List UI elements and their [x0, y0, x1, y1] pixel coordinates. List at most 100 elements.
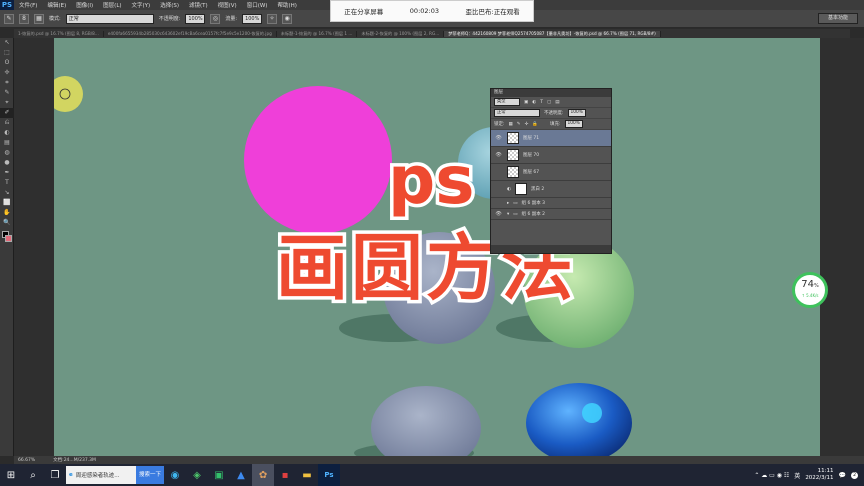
menu-select[interactable]: 选择(S) [155, 1, 184, 9]
taskbar-search-button[interactable]: 搜索一下 [136, 466, 165, 484]
doc-tab[interactable]: e400fa6655934b285030c643602ef19cBa6cea01… [104, 30, 277, 37]
notification-icon[interactable]: 💬 [839, 472, 846, 479]
menu-window[interactable]: 窗口(W) [242, 1, 273, 9]
healing-tool-icon[interactable]: ⌖ [0, 98, 14, 108]
marquee-tool-icon[interactable]: ⬚ [0, 48, 14, 58]
filter-adjust-icon[interactable]: ◐ [532, 100, 536, 105]
type-tool-icon[interactable]: T [0, 178, 14, 188]
lock-pixels-icon[interactable]: ✎ [517, 122, 521, 127]
document-size[interactable]: 文档:24...M/237.3M [53, 457, 96, 463]
fill-input[interactable]: 100% [564, 120, 583, 128]
document-canvas[interactable]: ps 画圆方法 [54, 38, 820, 456]
mode-select[interactable]: 正常 [65, 13, 154, 24]
dodge-tool-icon[interactable]: ● [0, 158, 14, 168]
opacity-input[interactable]: 100% [185, 13, 206, 24]
brush-preset-picker[interactable]: 8 [19, 13, 29, 24]
menu-edit[interactable]: 编辑(E) [42, 1, 71, 9]
menu-help[interactable]: 帮助(H) [272, 1, 301, 9]
path-select-tool-icon[interactable]: ↘ [0, 188, 14, 198]
brush-panel-icon[interactable]: ▦ [34, 13, 44, 24]
quick-select-tool-icon[interactable]: ✢ [0, 68, 14, 78]
visibility-eye-icon[interactable]: 👁 [494, 152, 503, 158]
menu-filter[interactable]: 滤镜(T) [184, 1, 213, 9]
task-view-icon[interactable]: ❐ [44, 464, 66, 486]
menu-layer[interactable]: 图层(L) [98, 1, 126, 9]
brush-tool-icon[interactable]: ✐ [0, 108, 14, 118]
blend-mode-select[interactable]: 正常 [494, 109, 540, 117]
menu-file[interactable]: 文件(F) [14, 1, 42, 9]
ime-indicator[interactable]: 英 [794, 471, 800, 480]
pen-tool-icon[interactable]: ✒ [0, 168, 14, 178]
layer-thumbnail [507, 166, 519, 178]
move-tool-icon[interactable]: ↖ [0, 38, 14, 48]
blue-ball-highlight [582, 403, 602, 423]
menu-image[interactable]: 图像(I) [71, 1, 98, 9]
pressure-opacity-icon[interactable]: ◎ [210, 13, 221, 24]
lock-transparent-icon[interactable]: ▦ [509, 122, 513, 127]
layer-row[interactable]: 👁 图层 71 [491, 130, 611, 147]
filter-type-icon[interactable]: T [540, 100, 543, 105]
group-name: 组 6 副本 3 [521, 201, 546, 206]
layer-row[interactable]: 👁 图层 70 [491, 147, 611, 164]
taskbar-search-box[interactable]: e 周迎感染者轨迹... [66, 466, 136, 484]
menu-type[interactable]: 文字(Y) [127, 1, 156, 9]
photoshop-taskbar-icon[interactable]: Ps [318, 464, 341, 486]
hand-tool-icon[interactable]: ✋ [0, 208, 14, 218]
visibility-eye-icon[interactable]: 👁 [494, 211, 503, 217]
shape-tool-icon[interactable]: ⬜ [0, 198, 14, 208]
workspace-switcher[interactable]: 基本功能 [818, 13, 858, 24]
brush-tool-icon[interactable]: ✎ [4, 13, 14, 24]
zoom-tool-icon[interactable]: 🔍 [0, 218, 14, 228]
eyedropper-tool-icon[interactable]: ✎ [0, 88, 14, 98]
eraser-tool-icon[interactable]: ▤ [0, 138, 14, 148]
flow-input[interactable]: 100% [242, 13, 263, 24]
layer-opacity-input[interactable]: 100% [567, 109, 586, 117]
stamp-tool-icon[interactable]: ⎌ [0, 118, 14, 128]
lock-all-icon[interactable]: 🔒 [532, 122, 538, 127]
doc-tab[interactable]: 1-恢复的.psd @ 16.7% (图层 8, RGB/8... [14, 30, 104, 37]
pressure-size-icon[interactable]: ◉ [282, 13, 293, 24]
active-app-icon[interactable]: ✿ [252, 464, 275, 486]
gradient-tool-icon[interactable]: ◍ [0, 148, 14, 158]
search-icon[interactable]: ⌕ [22, 464, 44, 486]
search-suggestion: 周迎感染者轨迹... [75, 473, 120, 479]
chevron-right-icon[interactable]: ▸ [507, 201, 509, 206]
doc-tab-active[interactable]: 梦菲老师Q：442160809 梦菲老师Q2574705087【墨非凡奥坊】-恢… [444, 30, 661, 37]
chevron-down-icon[interactable]: ▾ [507, 212, 509, 217]
group-row[interactable]: ▸ ▭ 组 6 副本 3 [491, 198, 611, 209]
lock-position-icon[interactable]: ✢ [525, 122, 529, 127]
tray-icons[interactable]: ⌃ ☁ ▭ ◉ ☷ [754, 472, 789, 479]
zoom-level[interactable]: 66.67% [18, 458, 35, 463]
layer-row[interactable]: 图层 67 [491, 164, 611, 181]
doc-tab[interactable]: 未标题-1-恢复的 @ 16.7% (图层 1 ... [277, 30, 358, 37]
folder-icon[interactable]: ▬ [296, 464, 318, 486]
filter-smart-icon[interactable]: ▤ [555, 100, 559, 105]
layer-kind-filter[interactable]: 类型 [494, 98, 520, 106]
wechat-icon[interactable]: ◈ [186, 464, 208, 486]
visibility-eye-icon[interactable]: 👁 [494, 135, 503, 141]
airbrush-icon[interactable]: ✧ [267, 13, 278, 24]
doc-tab[interactable]: 未标题-2-恢复的 @ 100% (图层 2, RG... [357, 30, 445, 37]
filter-pixel-icon[interactable]: ▣ [524, 100, 528, 105]
record-app-icon[interactable]: ▪ [274, 464, 296, 486]
notification-badge[interactable]: 2 [851, 471, 858, 479]
adjustment-layer-row[interactable]: ◐ 黑白 2 [491, 181, 611, 198]
lasso-tool-icon[interactable]: ʘ [0, 58, 14, 68]
history-brush-tool-icon[interactable]: ◐ [0, 128, 14, 138]
background-color[interactable] [5, 235, 12, 242]
camtasia-icon[interactable]: ▣ [208, 464, 230, 486]
canvas-gutter-right [820, 38, 864, 456]
crop-tool-icon[interactable]: ⌗ [0, 78, 14, 88]
filter-shape-icon[interactable]: ▢ [547, 100, 551, 105]
network-speed-badge[interactable]: 74% ↑ 5.4K/s [792, 272, 828, 308]
clock[interactable]: 11:11 2022/3/11 [805, 468, 833, 482]
group-row[interactable]: 👁 ▾ ▭ 组 6 副本 2 [491, 209, 611, 220]
edge-icon[interactable]: ◉ [164, 464, 186, 486]
app-icon[interactable]: ▲ [230, 464, 252, 486]
menu-view[interactable]: 视图(V) [213, 1, 242, 9]
screen-share-banner: 正在分享屏幕 00:02:03 歪比巴布:正在观看 [330, 0, 534, 22]
tools-panel: ↖ ⬚ ʘ ✢ ⌗ ✎ ⌖ ✐ ⎌ ◐ ▤ ◍ ● ✒ T ↘ ⬜ ✋ 🔍 [0, 38, 14, 456]
color-swatches[interactable] [0, 230, 14, 244]
windows-start-icon[interactable]: ⊞ [0, 464, 22, 486]
layers-panel[interactable]: 图层 类型 ▣ ◐ T ▢ ▤ 正常 不透明度: 100% 锁定: ▦ ✎ ✢ … [490, 88, 612, 254]
